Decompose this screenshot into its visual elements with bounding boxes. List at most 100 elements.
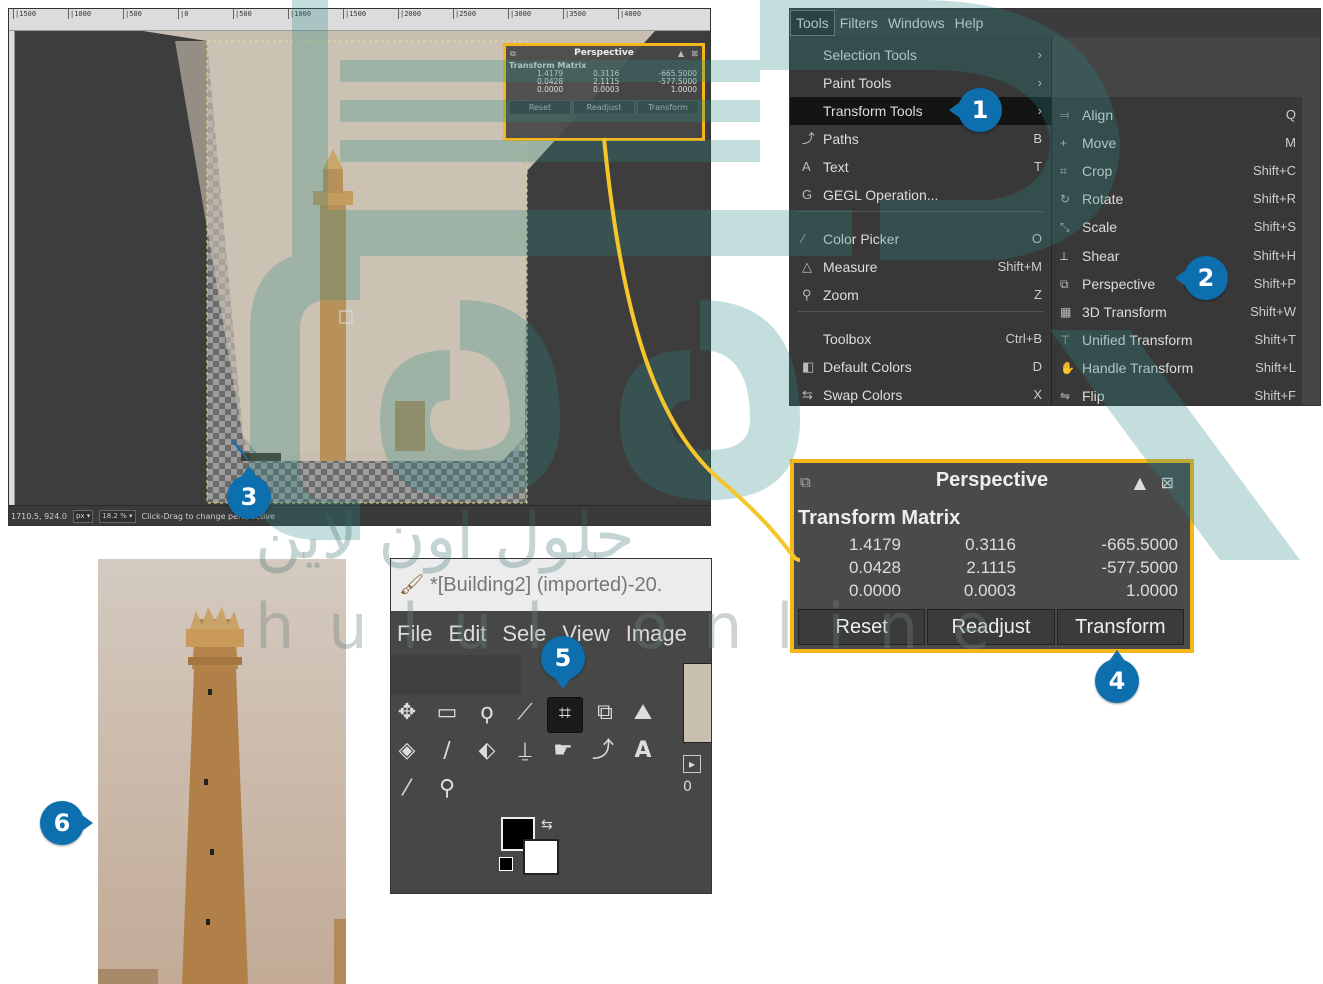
tools-dropdown: Selection Tools › Paint Tools › Transform To…	[790, 37, 1052, 405]
fuzzy-select-tool-icon[interactable]: ⟋	[509, 697, 541, 729]
default-colors-icon[interactable]	[499, 857, 513, 871]
step-badge-3: 3	[227, 466, 271, 519]
submenu-item-label: Flip	[1082, 388, 1105, 404]
unit-select[interactable]: px ▾	[72, 510, 94, 523]
crop-tool-icon[interactable]: ⌗	[547, 697, 583, 733]
ruler-tick-label: |1000	[288, 9, 312, 19]
transform-button[interactable]: Transform	[637, 100, 699, 115]
menu-item-paths[interactable]: ⤴ Paths B	[790, 125, 1052, 153]
menu-item-selection-tools[interactable]: Selection Tools ›	[790, 41, 1052, 69]
matrix-cell: 1.0000	[670, 85, 697, 94]
transform-matrix: 1.4179 0.3116 -665.5000 0.0428 2.1115 -577.50…	[510, 70, 700, 94]
menu-item-transform-tools[interactable]: Transform Tools ›	[790, 97, 1052, 125]
step-badge-4: 4	[1095, 650, 1139, 703]
menu-item-zoom[interactable]: ⚲ Zoom Z	[790, 281, 1052, 309]
submenu-item-scale[interactable]: ⤡ Scale Shift+S	[1052, 213, 1302, 241]
transform-button[interactable]: Transform	[1056, 609, 1184, 645]
menu-item-swap-colors[interactable]: ⇆ Swap Colors X	[790, 381, 1052, 405]
submenu-item-align[interactable]: ⫤ Align Q	[1052, 101, 1302, 129]
collapse-icon[interactable]: ▲	[1134, 473, 1146, 492]
matrix-row: 0.0000 0.0003 1.0000	[510, 86, 700, 94]
submenu-item-unified-transform[interactable]: ⊤ Unified Transform Shift+T	[1052, 326, 1302, 354]
reset-button[interactable]: Reset	[509, 100, 571, 115]
collapse-icon[interactable]: ▲	[678, 46, 684, 61]
step-badge-1: 1	[949, 88, 1002, 132]
text-tool-icon[interactable]: A	[627, 735, 659, 767]
submenu-item-flip[interactable]: ⇋ Flip Shift+F	[1052, 382, 1302, 405]
color-picker-icon: ⁄	[802, 231, 805, 246]
bucket-fill-tool-icon[interactable]: ◈	[391, 735, 423, 767]
menu-item-color-picker[interactable]: ⁄ Color Picker O	[790, 225, 1052, 253]
warp-tool-icon[interactable]: ⛰	[627, 697, 659, 729]
background-color-swatch[interactable]	[523, 839, 559, 875]
matrix-cell: 0.0000	[536, 85, 564, 94]
menu-shortcut: B	[1033, 131, 1042, 146]
eraser-tool-icon[interactable]: ⬖	[471, 735, 503, 767]
menu-filters[interactable]: Filters	[835, 15, 883, 31]
align-icon: ⫤	[1060, 108, 1070, 122]
close-icon[interactable]: ⊠	[1161, 473, 1174, 492]
matrix-cell: 1.0000	[1126, 580, 1178, 600]
rotate-icon: ↻	[1060, 192, 1071, 207]
submenu-item-rotate[interactable]: ↻ Rotate Shift+R	[1052, 185, 1302, 213]
submenu-item-label: Move	[1082, 135, 1117, 152]
layer-thumbnail[interactable]	[683, 663, 711, 743]
matrix-cell: -665.5000	[1101, 534, 1178, 554]
menu-tools[interactable]: Tools	[790, 10, 835, 36]
crop-icon: ⌗	[1060, 164, 1067, 179]
readjust-button[interactable]: Readjust	[573, 100, 635, 115]
menu-item-measure[interactable]: △ Measure Shift+M	[790, 253, 1052, 281]
scale-icon: ⤡	[1060, 220, 1070, 235]
color-picker-tool-icon[interactable]: ⁄	[391, 773, 423, 805]
horizontal-ruler: |1500 |1000 |500 |0 |500 |1000 |1500 |2000 |2500…	[9, 9, 710, 31]
clone-tool-icon[interactable]: ⍊	[509, 735, 541, 767]
flip-icon: ⇋	[1060, 389, 1071, 403]
menu-help[interactable]: Help	[950, 15, 989, 31]
ruler-tick-label: |2500	[453, 9, 477, 19]
smudge-tool-icon[interactable]: ☛	[547, 735, 579, 767]
menu-item-text[interactable]: A Text T	[790, 153, 1052, 181]
handle-transform-icon: ✋	[1060, 360, 1075, 375]
menu-item-toolbox[interactable]: Toolbox Ctrl+B	[790, 325, 1052, 353]
ruler-tick-label: |3000	[508, 9, 532, 19]
paths-tool-icon[interactable]: ⤴	[587, 735, 619, 767]
menu-item-default-colors[interactable]: ◧ Default Colors D	[790, 353, 1052, 381]
close-icon[interactable]: ⊠	[691, 46, 698, 61]
zoom-tool-icon[interactable]: ⚲	[431, 773, 463, 805]
menu-shortcut: Ctrl+B	[1005, 331, 1042, 346]
tools-menu-window: Tools Filters Windows Help Selection Too…	[789, 8, 1321, 406]
matrix-cell: 2.1115	[966, 557, 1016, 577]
menu-item-paint-tools[interactable]: Paint Tools ›	[790, 69, 1052, 97]
submenu-item-3d-transform[interactable]: ▦ 3D Transform Shift+W	[1052, 298, 1302, 326]
lasso-tool-icon[interactable]: ϙ	[471, 697, 503, 729]
menu-shortcut: Shift+C	[1253, 163, 1296, 179]
unified-transform-tool-icon[interactable]: ⧉	[589, 697, 621, 729]
ruler-tick-label: |4000	[618, 9, 642, 19]
swap-colors-icon[interactable]: ⇆	[541, 817, 553, 833]
menu-item-label: Measure	[823, 259, 878, 275]
ruler-tick-label: |500	[123, 9, 142, 19]
menu-item-label: GEGL Operation...	[823, 187, 939, 203]
submenu-item-handle-transform[interactable]: ✋ Handle Transform Shift+L	[1052, 354, 1302, 382]
default-colors-icon: ◧	[802, 359, 815, 374]
step-badge-5: 5	[541, 636, 585, 689]
paintbrush-tool-icon[interactable]: ∕	[431, 735, 463, 767]
move-tool-icon[interactable]: ✥	[391, 697, 423, 729]
submenu-item-crop[interactable]: ⌗ Crop Shift+C	[1052, 157, 1302, 185]
image-menu-icon[interactable]: ▸	[683, 755, 701, 773]
menu-item-label: Color Picker	[823, 231, 900, 247]
rect-select-tool-icon[interactable]: ▭	[431, 697, 463, 729]
menu-shortcut: X	[1033, 387, 1042, 402]
submenu-item-shear[interactable]: ⟂ Shear Shift+H	[1052, 242, 1302, 270]
matrix-row: 1.4179 0.3116 -665.5000	[794, 533, 1186, 556]
menu-item-label: Text	[823, 159, 849, 175]
menu-windows[interactable]: Windows	[883, 15, 950, 31]
menu-item-gegl-operation[interactable]: G GEGL Operation...	[790, 181, 1052, 209]
menu-item-label: Selection Tools	[823, 47, 917, 63]
menu-separator	[798, 211, 1044, 212]
matrix-cell: 0.3116	[965, 534, 1016, 554]
menu-item-label: Swap Colors	[823, 387, 903, 403]
zoom-select[interactable]: 18.2 % ▾	[99, 510, 136, 523]
menu-shortcut: Shift+M	[997, 259, 1042, 274]
submenu-item-move[interactable]: + Move M	[1052, 129, 1302, 157]
